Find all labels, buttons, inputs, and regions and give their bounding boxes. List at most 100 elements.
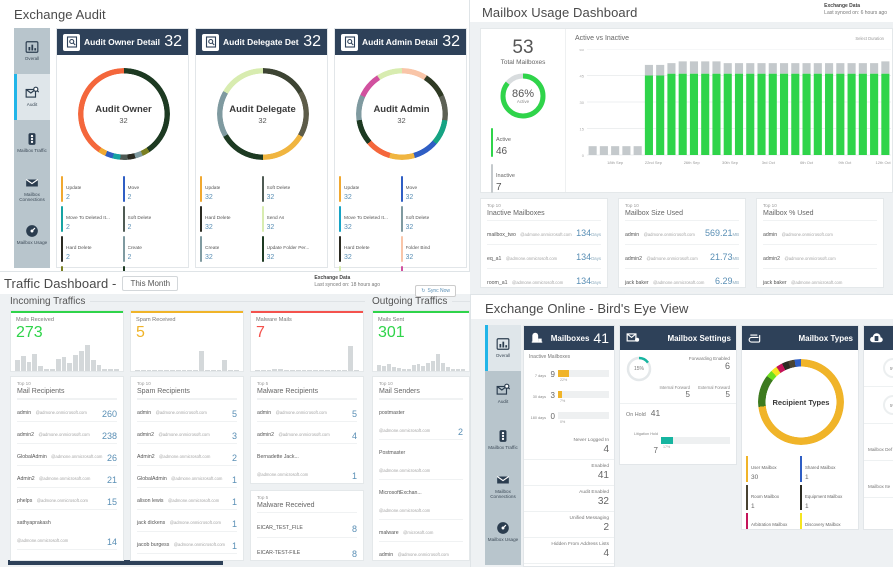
sidebar-item-audit[interactable]: Audit — [485, 371, 521, 417]
sparkline-bar — [176, 370, 181, 371]
legend-label: Update Folder Per... — [267, 246, 310, 251]
bar-label: Litigation Hold — [634, 432, 658, 436]
audit-donut: Audit Admin 32 — [335, 55, 468, 173]
internal-forward-label: Internal Forward — [656, 385, 690, 390]
sidebar-item-mailbox-traffic[interactable]: Mailbox Traffic — [485, 417, 521, 463]
sparkline-bar — [32, 354, 37, 371]
bar-label: 7 days — [535, 374, 546, 378]
row-value: 8 — [352, 524, 357, 534]
sparkline-bar — [337, 370, 342, 371]
sidebar-item-label: Mailbox Usage — [488, 537, 518, 542]
row-domain: @admone.onmicrosoft.com — [170, 520, 221, 525]
row-value: 21.73 — [710, 252, 733, 262]
svg-text:0: 0 — [582, 153, 585, 158]
traffic-sync-title: Exchange Data — [314, 275, 380, 282]
legend-swatch — [123, 236, 125, 262]
stat-value: 7 — [496, 182, 515, 193]
legend-swatch — [61, 206, 63, 232]
sparkline-bar — [284, 370, 289, 371]
sidebar-item-mailbox-connections[interactable]: Mailbox Connections — [14, 166, 50, 212]
kpi-label: Malware Mails — [251, 313, 363, 323]
list-item: MicrosoftExchan... @admone.onmicrosoft.c… — [379, 479, 463, 519]
mailbox-settings-header: Mailbox Settings — [620, 326, 736, 350]
sparkline-bar — [170, 370, 175, 371]
table-row: jack baker @admone.onmicrosoft.com 6.29M… — [625, 268, 739, 292]
kpi-value: 273 — [11, 323, 123, 342]
audit-legend: Update 32 Move 32 Move To Deleted It... … — [335, 173, 466, 272]
legend-item: Move 32 — [401, 176, 463, 206]
row-domain: @admone.onmicrosoft.com — [506, 256, 557, 261]
sidebar-item-mailbox-usage[interactable]: Mailbox Usage — [485, 509, 521, 555]
row-value: 134 — [576, 228, 591, 238]
sparkline-bar — [387, 364, 391, 371]
sparkline-bar — [164, 370, 169, 371]
sparkline-bar — [446, 367, 450, 371]
svg-text:12th Oct: 12th Oct — [876, 160, 891, 165]
audit-donut: Audit Delegate 32 — [196, 55, 329, 173]
legend-label: Move — [406, 186, 418, 191]
list-item: EICAR_TEST_FILE 8 — [257, 512, 357, 537]
sidebar-item-mailbox-usage[interactable]: Mailbox Usage — [14, 212, 50, 258]
svg-text:18th Sep: 18th Sep — [607, 160, 624, 165]
kpi-sparkline — [135, 341, 239, 371]
row-name: admin2 — [137, 432, 154, 438]
legend-value: 32 — [344, 224, 388, 232]
row-domain: @admone.onmicrosoft.com — [520, 232, 571, 237]
legend-swatch — [746, 485, 748, 511]
legend-label: Move To Deleted It... — [66, 216, 110, 221]
legend-item: Soft Delete 32 — [262, 176, 324, 206]
row-value: 8 — [352, 549, 357, 559]
legend-swatch — [200, 206, 202, 232]
sparkline-bar — [402, 369, 406, 371]
outgoing-traffics-label: Outgoing Traffics — [372, 296, 447, 307]
sidebar-item-label: Overall — [25, 56, 40, 61]
legend-swatch — [401, 206, 403, 232]
row-name: admin — [257, 410, 271, 416]
bar-track: 22% — [558, 370, 609, 377]
row-name: Bernadette Jack... — [257, 454, 299, 460]
period-selector[interactable]: This Month — [122, 276, 178, 291]
sync-now-button[interactable]: ↻Sync Now — [415, 279, 456, 297]
legend-item: Folder Bind 32 — [401, 236, 463, 266]
sparkline-bar — [302, 370, 307, 371]
sparkline-bar — [27, 362, 32, 371]
sparkline-bar — [278, 369, 283, 371]
storage-gauge: 5% — [882, 394, 893, 416]
sparkline-bar — [426, 363, 430, 371]
legend-item: Hard Delete 2 — [61, 236, 123, 266]
gauge-icon — [25, 224, 39, 238]
audit-card-title: Audit Admin Details — [362, 37, 438, 47]
table-row: admin2 @admone.onmicrosoft.com — [763, 244, 877, 268]
row-domain: @admone.onmicrosoft.com — [644, 232, 695, 237]
row-domain: @admone.onmicrosoft.com — [278, 432, 329, 437]
legend-item: Hard Delete 32 — [200, 206, 262, 236]
list-item: Postmaster @admone.onmicrosoft.com — [379, 439, 463, 479]
row-domain: @admone.onmicrosoft.com — [791, 280, 842, 285]
sidebar-item-mailbox-traffic[interactable]: Mailbox Traffic — [14, 120, 50, 166]
sidebar-item-overall[interactable]: Overall — [485, 325, 521, 371]
mailbox-storage-card: 5% 5%Mailbox DefMailbox Ite — [863, 325, 893, 530]
exchange-audit-title: Exchange Audit — [14, 7, 106, 22]
select-duration-link[interactable]: Select Duration — [855, 36, 884, 41]
stat-swatch — [491, 164, 493, 193]
row-domain: @admone.onmicrosoft.com — [39, 476, 90, 481]
sync-now-label: Sync Now — [427, 288, 450, 294]
row-name: postmaster — [379, 410, 405, 416]
row-value: 1 — [232, 475, 237, 485]
on-hold-value: 41 — [651, 408, 660, 418]
sparkline-bar — [114, 369, 119, 371]
audit-card-title: Audit Owner Details — [84, 37, 160, 47]
row-domain: @admone.onmicrosoft.com — [512, 280, 563, 285]
sidebar-item-overall[interactable]: Overall — [14, 28, 50, 74]
sparkline-bar — [147, 370, 152, 371]
legend-item: Move To Deleted It... 2 — [61, 206, 123, 236]
sidebar-item-audit[interactable]: Audit — [14, 74, 50, 120]
row-value: 6.29 — [715, 276, 733, 286]
sparkline-bar — [217, 370, 222, 371]
sidebar-item-mailbox-connections[interactable]: Mailbox Connections — [485, 463, 521, 509]
gauge-icon — [496, 521, 510, 535]
audit-card-title: Audit Delegate Details — [223, 37, 299, 47]
row-value: 5 — [232, 409, 237, 419]
row-domain: @admone.onmicrosoft.com — [158, 432, 209, 437]
sparkline-bar — [108, 369, 113, 371]
